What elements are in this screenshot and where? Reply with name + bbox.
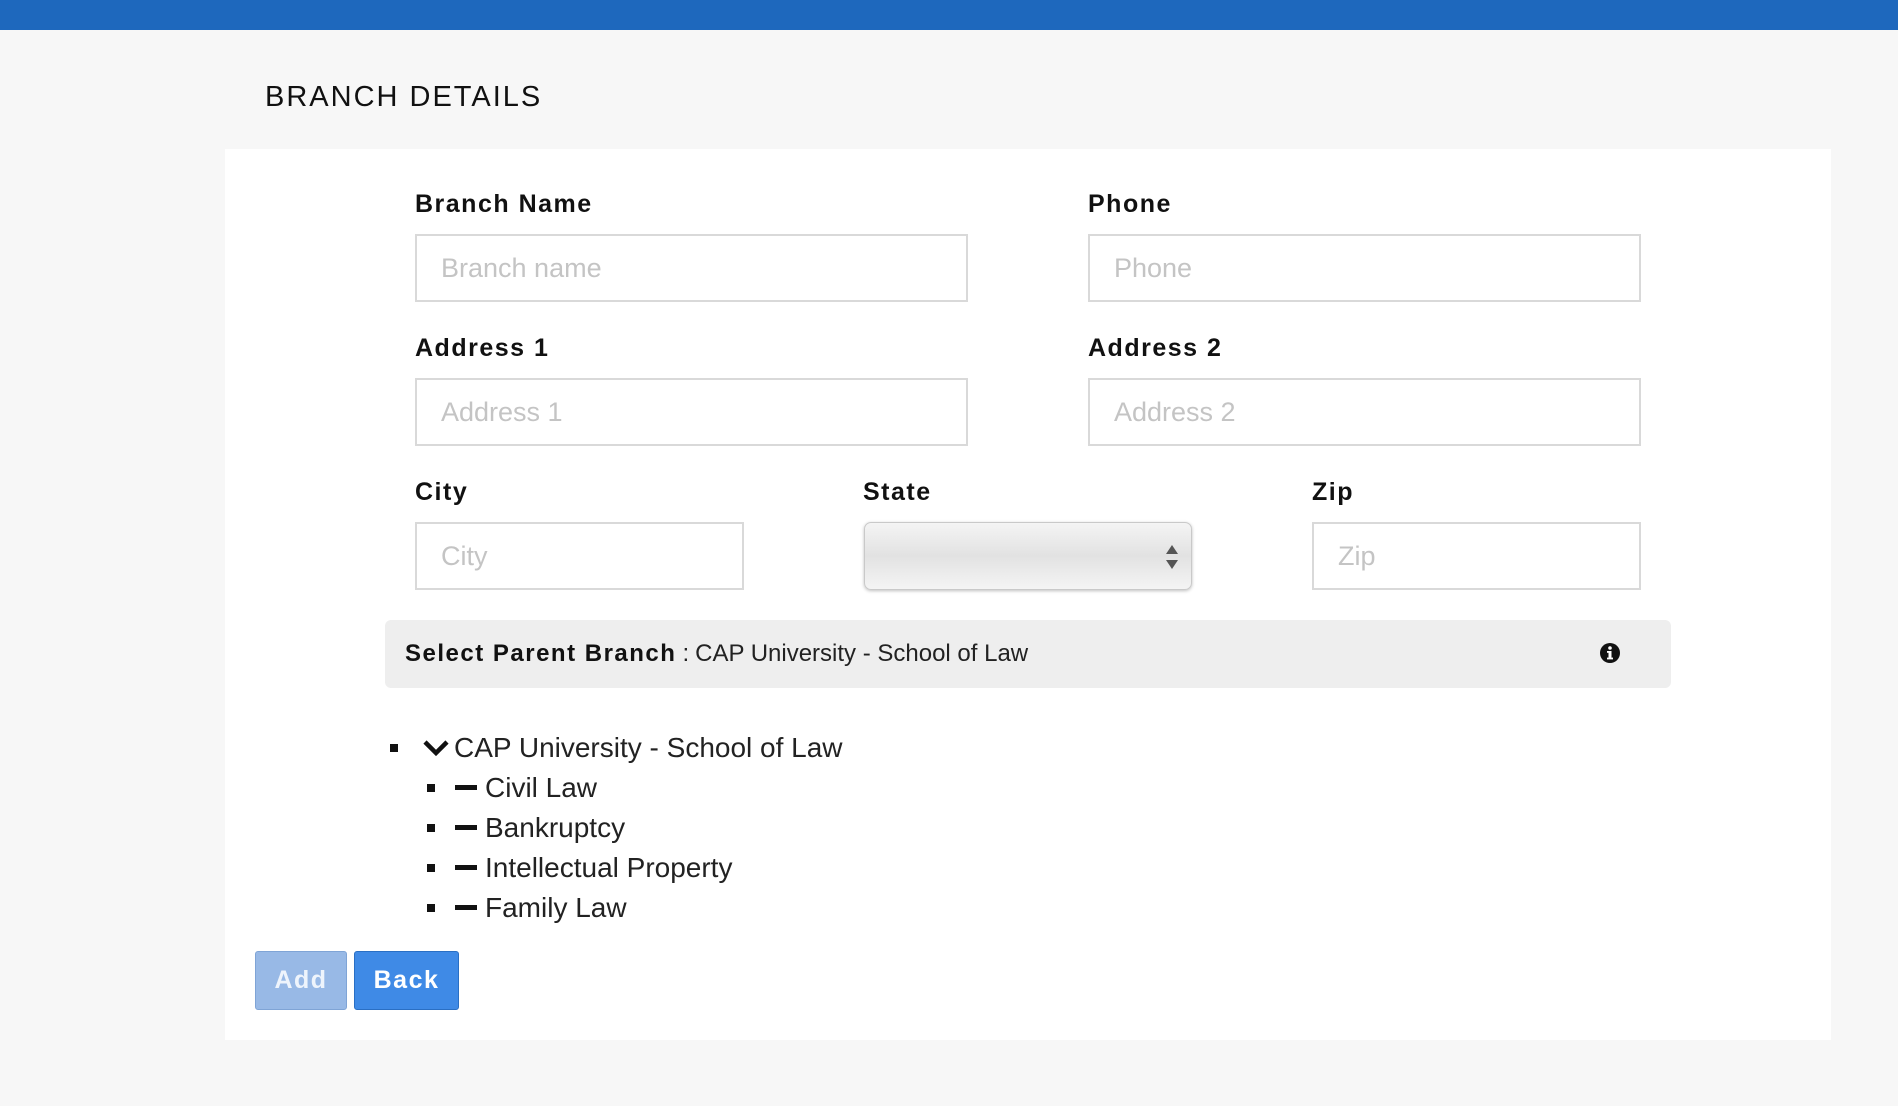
- list-bullet: [427, 784, 435, 792]
- zip-label: Zip: [1312, 478, 1354, 506]
- top-bar: [0, 0, 1898, 30]
- tree-node-root-label: CAP University - School of Law: [454, 732, 843, 763]
- tree-node-child[interactable]: Bankruptcy: [427, 808, 625, 848]
- city-input[interactable]: [415, 522, 744, 590]
- address1-label: Address 1: [415, 334, 550, 362]
- state-label: State: [863, 478, 932, 506]
- branch-name-input[interactable]: [415, 234, 968, 302]
- phone-label: Phone: [1088, 190, 1172, 218]
- tree-node-child-label: Bankruptcy: [485, 812, 626, 843]
- address2-label: Address 2: [1088, 334, 1223, 362]
- parent-branch-value: CAP University - School of Law: [695, 640, 1029, 667]
- tree-node-child[interactable]: Intellectual Property: [427, 848, 732, 888]
- parent-branch-bar[interactable]: Select Parent Branch : CAP University - …: [385, 620, 1671, 688]
- chevron-down-icon[interactable]: [422, 738, 450, 758]
- info-icon[interactable]: [1599, 642, 1621, 664]
- parent-branch-separator: :: [682, 640, 690, 667]
- branch-name-label: Branch Name: [415, 190, 593, 218]
- select-arrows-icon: [1166, 545, 1178, 569]
- list-bullet: [390, 744, 398, 752]
- zip-input[interactable]: [1312, 522, 1641, 590]
- back-button[interactable]: Back: [354, 951, 459, 1010]
- page-title: BRANCH DETAILS: [265, 81, 543, 113]
- minus-icon: [455, 825, 477, 830]
- list-bullet: [427, 864, 435, 872]
- minus-icon: [455, 785, 477, 790]
- tree-node-child[interactable]: Civil Law: [427, 768, 597, 808]
- address2-input[interactable]: [1088, 378, 1641, 446]
- tree-node-child-label: Intellectual Property: [485, 852, 733, 883]
- city-label: City: [415, 478, 469, 506]
- phone-input[interactable]: [1088, 234, 1641, 302]
- parent-branch-label: Select Parent Branch: [405, 640, 677, 667]
- tree-node-child[interactable]: Family Law: [427, 888, 627, 928]
- minus-icon: [455, 905, 477, 910]
- tree-node-root[interactable]: CAP University - School of Law: [390, 728, 843, 768]
- list-bullet: [427, 824, 435, 832]
- tree-node-child-label: Family Law: [485, 892, 627, 923]
- add-button[interactable]: Add: [255, 951, 347, 1010]
- tree-node-child-label: Civil Law: [485, 772, 598, 803]
- state-select[interactable]: [864, 522, 1192, 590]
- address1-input[interactable]: [415, 378, 968, 446]
- minus-icon: [455, 865, 477, 870]
- list-bullet: [427, 904, 435, 912]
